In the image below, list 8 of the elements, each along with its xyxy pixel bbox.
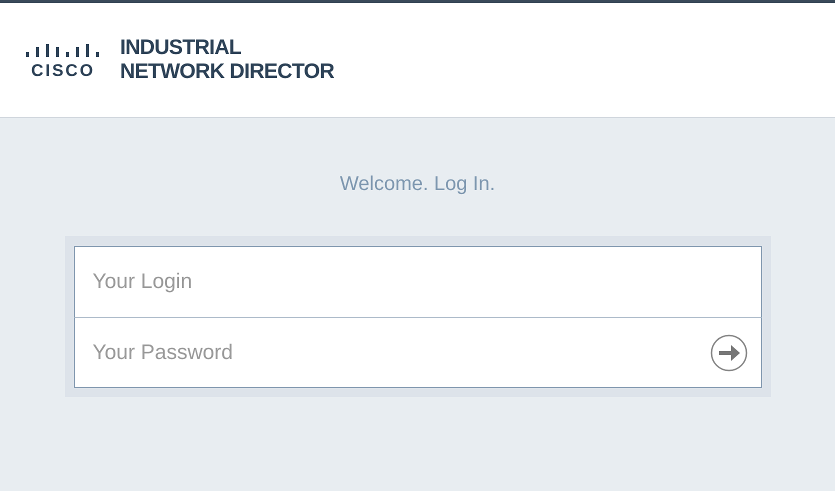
product-title: NETWORK DIRECTOR xyxy=(120,60,334,84)
password-field[interactable]: Your Password xyxy=(74,317,762,388)
submit-button[interactable] xyxy=(710,334,748,372)
logo-bars-icon xyxy=(26,44,100,58)
product-title: INDUSTRIAL xyxy=(120,36,242,60)
login-field[interactable]: Your Login xyxy=(74,246,762,317)
welcome-heading: Welcome. Log In. xyxy=(340,172,496,196)
logo-wordmark: CISCO xyxy=(31,62,95,78)
